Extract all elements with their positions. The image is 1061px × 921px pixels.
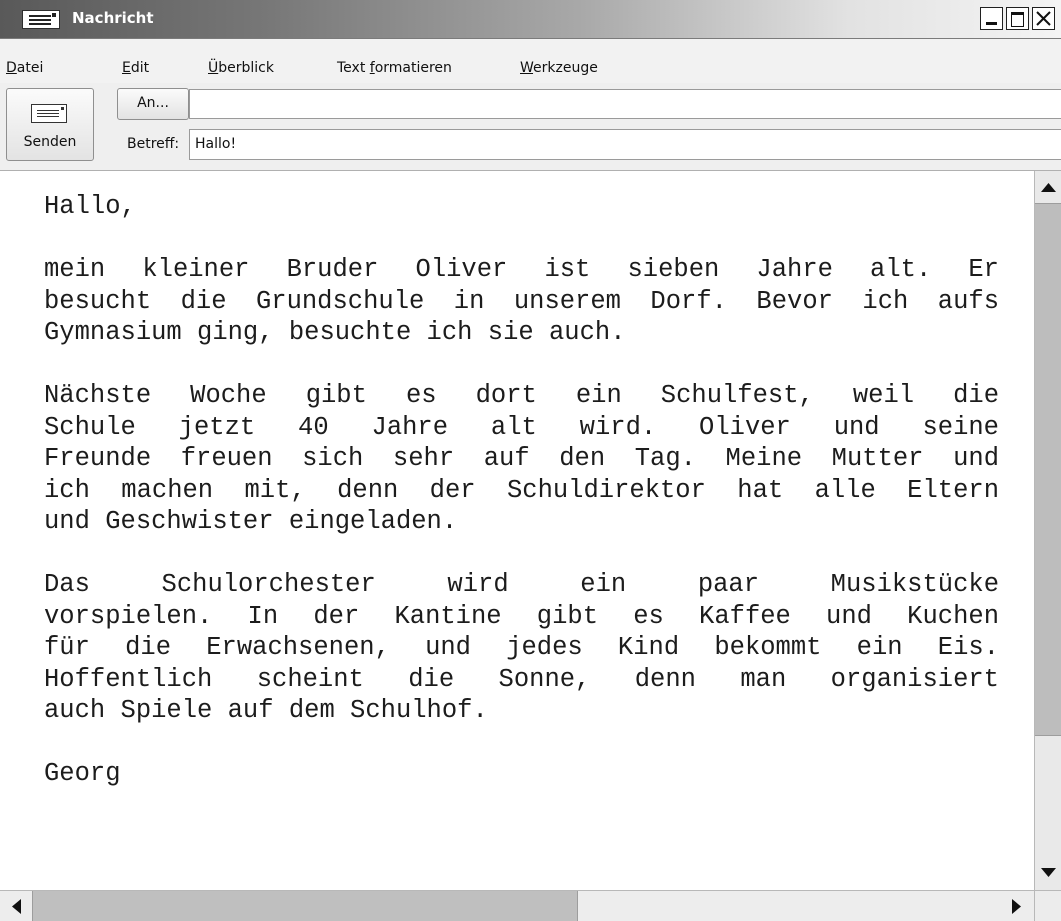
message-line: vorspielen. In der Kantine gibt es Kaffe… — [44, 601, 999, 631]
scrollbar-corner — [1034, 891, 1061, 921]
envelope-icon — [22, 10, 60, 29]
message-line: Schule jetzt 40 Jahre alt wird. Oliver u… — [44, 412, 999, 442]
vertical-scrollbar[interactable] — [1034, 171, 1061, 890]
scroll-up-button[interactable] — [1035, 171, 1061, 203]
message-line: Hoffentlich scheint die Sonne, denn man … — [44, 664, 999, 694]
vertical-scroll-thumb[interactable] — [1035, 203, 1061, 736]
menu-edit[interactable]: Edit — [122, 60, 149, 76]
subject-field[interactable]: Hallo! — [189, 129, 1061, 160]
message-text[interactable]: Hallo, mein kleiner Bruder Oliver ist sie… — [44, 191, 999, 790]
send-button-label: Senden — [23, 134, 77, 150]
message-line: besucht die Grundschule in unserem Dorf.… — [44, 286, 999, 316]
scroll-left-button[interactable] — [0, 891, 32, 921]
maximize-button[interactable] — [1006, 7, 1029, 30]
subject-label: Betreff: — [127, 136, 180, 152]
menu-ueberblick[interactable]: Überblick — [208, 60, 274, 76]
message-line: mein kleiner Bruder Oliver ist sieben Ja… — [44, 255, 999, 284]
menu-datei[interactable]: Datei — [6, 60, 43, 76]
minimize-button[interactable] — [980, 7, 1003, 30]
message-line: Nächste Woche gibt es dort ein Schulfest… — [44, 381, 999, 410]
recipient-field[interactable] — [189, 89, 1061, 119]
message-line: auch Spiele auf dem Schulhof. — [44, 696, 488, 725]
compose-header: Senden An... Betreff: Hallo! — [0, 83, 1061, 169]
horizontal-scrollbar[interactable] — [0, 890, 1061, 921]
send-button[interactable]: Senden — [6, 88, 94, 161]
title-bar[interactable]: Nachricht — [0, 0, 1061, 39]
message-line: Hallo, — [44, 192, 136, 221]
arrow-up-icon — [1041, 183, 1056, 192]
arrow-down-icon — [1041, 868, 1056, 877]
to-button[interactable]: An... — [117, 88, 189, 120]
menu-werkzeuge[interactable]: Werkzeuge — [520, 60, 598, 76]
close-icon — [1036, 11, 1051, 26]
minimize-icon — [986, 22, 997, 25]
message-line: Gymnasium ging, besuchte ich sie auch. — [44, 318, 626, 347]
window-title: Nachricht — [72, 9, 154, 27]
arrow-right-icon — [1012, 899, 1021, 914]
menu-text-formatieren[interactable]: Text formatieren — [337, 60, 452, 76]
maximize-icon — [1011, 12, 1024, 27]
message-line: Das Schulorchester wird ein paar Musikst… — [44, 570, 999, 599]
menu-bar: Datei Edit Überblick Text formatieren We… — [0, 39, 1061, 83]
horizontal-scroll-thumb[interactable] — [32, 891, 578, 921]
envelope-icon — [31, 104, 67, 123]
close-button[interactable] — [1032, 7, 1055, 30]
message-line: für die Erwachsenen, und jedes Kind beko… — [44, 633, 999, 662]
message-line: Freunde freuen sich sehr auf den Tag. Me… — [44, 444, 999, 473]
scroll-right-button[interactable] — [1000, 891, 1034, 921]
scroll-down-button[interactable] — [1035, 858, 1061, 890]
arrow-left-icon — [12, 899, 21, 914]
message-line: und Geschwister eingeladen. — [44, 507, 458, 536]
message-line: Georg — [44, 759, 121, 788]
message-body[interactable]: Hallo, mein kleiner Bruder Oliver ist sie… — [0, 170, 1061, 921]
message-window: Nachricht Datei Edit Überblick Text form… — [0, 0, 1061, 921]
message-line: ich machen mit, denn der Schuldirektor h… — [44, 475, 999, 505]
